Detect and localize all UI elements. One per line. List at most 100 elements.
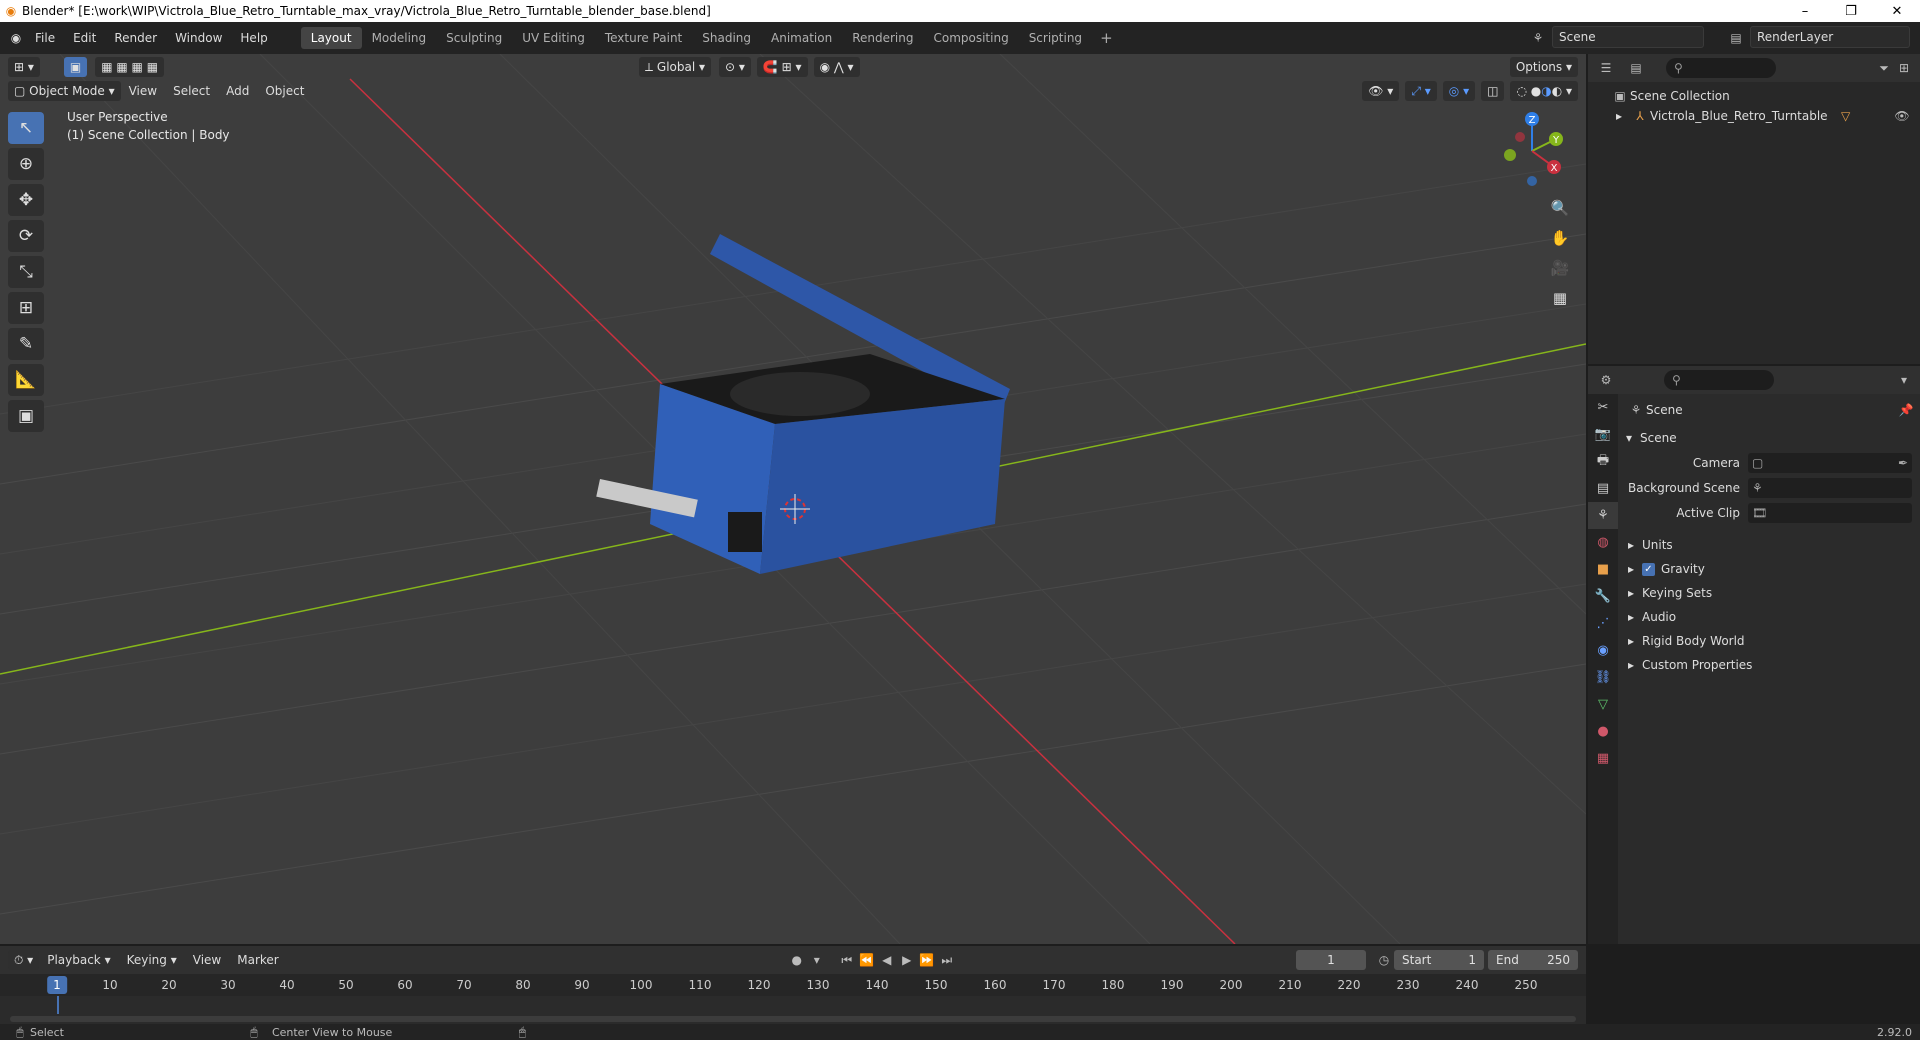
shading-modes[interactable]: ◌ ● ◑ ◐ ▾ (1510, 81, 1578, 101)
view-layer-icon[interactable]: ▤ (1726, 28, 1746, 48)
timeline-view-menu[interactable]: View (185, 953, 229, 967)
scene-section-header[interactable]: ▾ Scene (1618, 426, 1920, 450)
menu-window[interactable]: Window (166, 27, 231, 49)
tab-layout[interactable]: Layout (300, 27, 362, 49)
display-mode-icon[interactable]: ▤ (1626, 58, 1646, 78)
menu-render[interactable]: Render (105, 27, 166, 49)
active-clip-field[interactable]: 🎞 (1748, 502, 1912, 523)
snap-toggle[interactable]: 🧲 ⊞ ▾ (756, 57, 808, 77)
view-layer-selector[interactable]: RenderLayer (1750, 26, 1910, 48)
gravity-checkbox[interactable]: ✓ (1642, 562, 1655, 576)
tab-scripting[interactable]: Scripting (1019, 27, 1092, 49)
keying-sets-panel[interactable]: ▸ Keying Sets (1618, 581, 1920, 605)
menu-edit[interactable]: Edit (64, 27, 105, 49)
overlay-toggle[interactable]: ◎ ▾ (1442, 81, 1476, 101)
navigation-gizmo[interactable]: Z Y X (1490, 109, 1574, 193)
background-scene-field[interactable]: ⚘ (1748, 477, 1912, 498)
rigid-body-world-panel[interactable]: ▸ Rigid Body World (1618, 629, 1920, 653)
ortho-grid-icon[interactable]: ▦ (1545, 284, 1575, 312)
jump-end-icon[interactable]: ⏭ (937, 950, 957, 970)
texture-tab-icon[interactable]: ▦ (1588, 745, 1618, 772)
object-tab-icon[interactable]: ■ (1588, 556, 1618, 583)
menu-view[interactable]: View (121, 84, 165, 98)
rotate-tool[interactable]: ⟳ (8, 220, 44, 252)
tab-texture-paint[interactable]: Texture Paint (595, 27, 692, 49)
tab-animation[interactable]: Animation (761, 27, 842, 49)
blender-menu-icon[interactable]: ◉ (6, 28, 26, 48)
measure-tool[interactable]: 📐 (8, 364, 44, 396)
xray-toggle[interactable]: ◫ (1481, 81, 1505, 101)
playback-menu[interactable]: Playback ▾ (39, 953, 118, 967)
tab-uv-editing[interactable]: UV Editing (512, 27, 595, 49)
output-tab-icon[interactable]: 🖶 (1588, 448, 1618, 475)
jump-start-icon[interactable]: ⏮ (837, 950, 857, 970)
minimize-button[interactable]: – (1782, 0, 1828, 22)
render-tab-icon[interactable]: 📷 (1588, 421, 1618, 448)
current-frame-indicator[interactable]: 1 (47, 976, 67, 994)
tab-shading[interactable]: Shading (692, 27, 761, 49)
custom-properties-panel[interactable]: ▸ Custom Properties (1618, 653, 1920, 677)
pin-icon[interactable]: 📌 (1896, 400, 1916, 420)
scene-icon[interactable]: ⚘ (1528, 28, 1548, 48)
pan-hand-icon[interactable]: ✋ (1545, 224, 1575, 252)
new-collection-icon[interactable]: ⊞ (1894, 58, 1914, 78)
turntable-model[interactable] (596, 234, 1010, 574)
selection-modes[interactable]: ▦ ▦ ▦ ▦ (95, 57, 165, 77)
scene-collection-row[interactable]: ▣ Scene Collection (1588, 86, 1920, 106)
menu-select[interactable]: Select (165, 84, 218, 98)
tab-compositing[interactable]: Compositing (923, 27, 1018, 49)
annotate-tool[interactable]: ✎ (8, 328, 44, 360)
orientation-dropdown[interactable]: ⟂ Global ▾ (639, 57, 712, 77)
outliner-search-input[interactable]: ⚲ (1666, 58, 1776, 78)
add-workspace-button[interactable]: + (1092, 29, 1121, 47)
cursor-tool[interactable]: ⊕ (8, 148, 44, 180)
world-tab-icon[interactable]: ◍ (1588, 529, 1618, 556)
play-icon[interactable]: ▶ (897, 950, 917, 970)
tab-sculpting[interactable]: Sculpting (436, 27, 512, 49)
constraints-tab-icon[interactable]: ⛓ (1588, 664, 1618, 691)
timeline-track[interactable] (0, 996, 1586, 1024)
properties-editor-icon[interactable]: ⚙ (1596, 370, 1616, 390)
proportional-edit[interactable]: ◉ ⋀ ▾ (813, 57, 860, 77)
zoom-icon[interactable]: 🔍 (1545, 194, 1575, 222)
clock-icon[interactable]: ◷ (1374, 950, 1394, 970)
add-cube-tool[interactable]: ▣ (8, 400, 44, 432)
keying-menu[interactable]: Keying ▾ (119, 953, 185, 967)
menu-add[interactable]: Add (218, 84, 257, 98)
visibility-dropdown[interactable]: 👁 ▾ (1362, 81, 1400, 101)
marker-menu[interactable]: Marker (229, 953, 286, 967)
eye-icon[interactable]: 👁 (1892, 106, 1912, 126)
editor-type-button[interactable]: ⊞ ▾ (8, 57, 40, 77)
material-tab-icon[interactable]: ● (1588, 718, 1618, 745)
3d-viewport[interactable]: ⊞ ▾ ▣ ▦ ▦ ▦ ▦ ⟂ Global ▾ ⊙ ▾ 🧲 ⊞ ▾ ◉ ⋀ ▾… (0, 54, 1586, 944)
mode-dropdown[interactable]: ▢ Object Mode ▾ (8, 81, 121, 101)
restore-button[interactable]: ❐ (1828, 0, 1874, 22)
scale-tool[interactable]: ⤡ (8, 256, 44, 288)
pivot-dropdown[interactable]: ⊙ ▾ (719, 57, 751, 77)
units-panel[interactable]: ▸ Units (1618, 533, 1920, 557)
audio-panel[interactable]: ▸ Audio (1618, 605, 1920, 629)
scene-tab-icon[interactable]: ⚘ (1588, 502, 1618, 529)
select-box-tool[interactable]: ↖ (8, 112, 44, 144)
physics-tab-icon[interactable]: ◉ (1588, 637, 1618, 664)
modifier-tab-icon[interactable]: 🔧 (1588, 583, 1618, 610)
chevron-down-icon[interactable]: ▾ (807, 950, 827, 970)
view-layer-tab-icon[interactable]: ▤ (1588, 475, 1618, 502)
outliner-item[interactable]: ▸ ⅄ Victrola_Blue_Retro_Turntable ▽ 👁 (1588, 106, 1920, 126)
tab-modeling[interactable]: Modeling (362, 27, 437, 49)
camera-field[interactable]: ▢ ✒ (1748, 452, 1912, 473)
tool-tab-icon[interactable]: ✂ (1588, 394, 1618, 421)
menu-file[interactable]: File (26, 27, 64, 49)
tab-rendering[interactable]: Rendering (842, 27, 923, 49)
options-dropdown[interactable]: Options ▾ (1509, 57, 1578, 77)
data-tab-icon[interactable]: ▽ (1588, 691, 1618, 718)
transform-tool[interactable]: ⊞ (8, 292, 44, 324)
expand-arrow-icon[interactable]: ▸ (1616, 109, 1630, 123)
chevron-down-icon[interactable]: ▾ (1894, 370, 1914, 390)
menu-help[interactable]: Help (231, 27, 276, 49)
outliner-editor-icon[interactable]: ☰ (1596, 58, 1616, 78)
gravity-panel[interactable]: ▸ ✓ Gravity (1618, 557, 1920, 581)
camera-view-icon[interactable]: 🎥 (1545, 254, 1575, 282)
filter-icon[interactable]: ⏷ (1874, 58, 1894, 78)
play-reverse-icon[interactable]: ◀ (877, 950, 897, 970)
